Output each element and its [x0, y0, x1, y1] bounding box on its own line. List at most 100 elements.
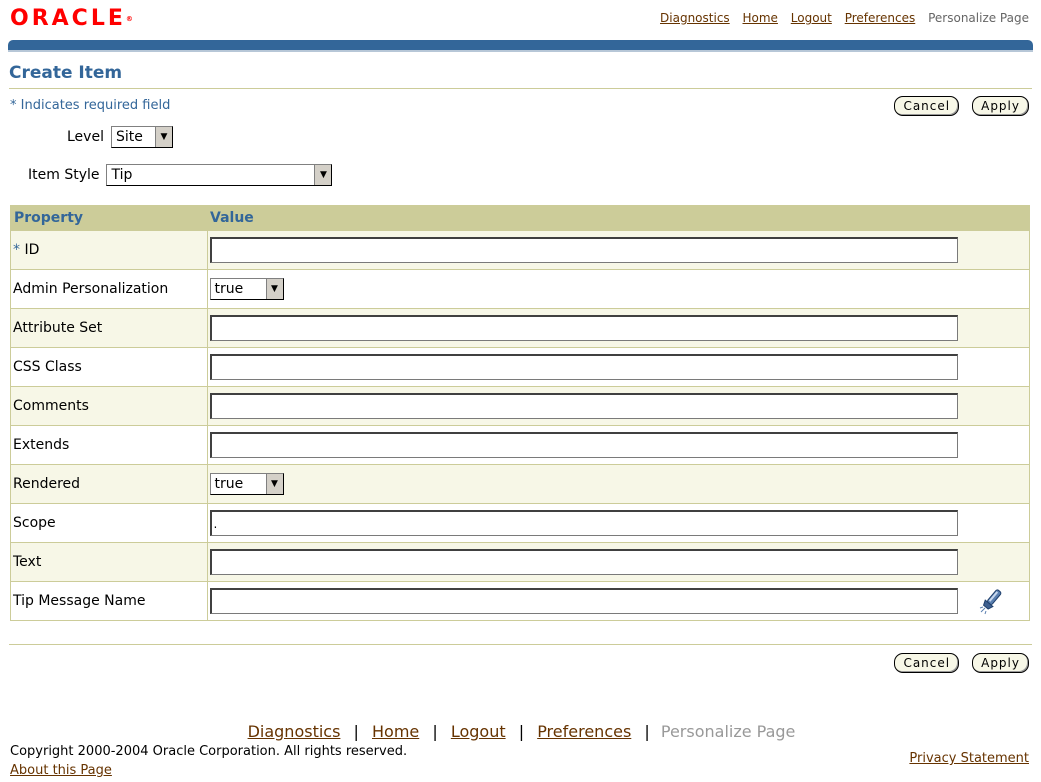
property-label-text: Text — [13, 554, 42, 570]
extends-input[interactable] — [209, 432, 958, 458]
property-cell: Admin Personalization — [10, 269, 208, 309]
property-label-attribute-set: Attribute Set — [13, 320, 103, 336]
property-label-rendered: Rendered — [13, 476, 81, 492]
property-label-comments: Comments — [13, 398, 89, 414]
level-select-value: Site — [115, 129, 143, 145]
scope-input[interactable] — [209, 510, 958, 536]
text-input[interactable] — [209, 549, 958, 575]
footer-separator: | — [518, 722, 525, 741]
required-field-note: * Indicates required field — [10, 98, 170, 113]
page-title: Create Item — [9, 63, 123, 83]
value-cell — [207, 230, 1030, 270]
property-cell: CSS Class — [10, 347, 208, 387]
footer-link-personalize-page: Personalize Page — [660, 722, 796, 741]
cancel-button[interactable]: Cancel — [894, 96, 960, 116]
footer-links: Diagnostics | Home | Logout | Preference… — [0, 722, 1041, 741]
table-row: Text — [10, 542, 1030, 582]
table-row: Extends — [10, 425, 1030, 465]
logo-text: ORACLE — [10, 6, 126, 31]
property-label-extends: Extends — [13, 437, 70, 453]
footer-link-logout[interactable]: Logout — [451, 722, 506, 741]
chevron-down-icon: ▼ — [154, 127, 172, 147]
property-cell: Text — [10, 542, 208, 582]
value-cell: true ▼ — [207, 269, 1030, 309]
required-star-icon: * — [10, 98, 17, 113]
table-row: Tip Message Name — [10, 581, 1030, 621]
tip-message-name-wrap — [209, 586, 1028, 616]
global-link-personalize-page: Personalize Page — [928, 11, 1029, 25]
footer-link-preferences[interactable]: Preferences — [537, 722, 631, 741]
properties-table: Property Value * ID Admin Personalizatio… — [10, 205, 1030, 621]
chevron-down-icon: ▼ — [314, 165, 332, 185]
required-note-text: Indicates required field — [20, 98, 171, 113]
table-row: * ID — [10, 230, 1030, 270]
property-label-scope: Scope — [13, 515, 56, 531]
bottom-button-bar: Cancel Apply — [894, 653, 1029, 673]
global-link-preferences[interactable]: Preferences — [845, 11, 916, 25]
value-cell: true ▼ — [207, 464, 1030, 504]
property-label-tip-message-name: Tip Message Name — [13, 593, 146, 609]
global-link-home[interactable]: Home — [743, 11, 778, 25]
cancel-button[interactable]: Cancel — [894, 653, 960, 673]
property-cell: Comments — [10, 386, 208, 426]
property-cell: Extends — [10, 425, 208, 465]
footer-link-diagnostics[interactable]: Diagnostics — [248, 722, 341, 741]
table-row: Scope — [10, 503, 1030, 543]
column-header-value: Value — [207, 205, 1030, 231]
attribute-set-input[interactable] — [209, 315, 958, 341]
header-bar — [8, 40, 1033, 52]
id-input[interactable] — [209, 237, 958, 263]
title-divider — [9, 88, 1032, 89]
apply-button[interactable]: Apply — [972, 653, 1029, 673]
value-cell — [207, 386, 1030, 426]
admin-personalization-select[interactable]: true ▼ — [209, 278, 284, 300]
footer-link-home[interactable]: Home — [372, 722, 419, 741]
copyright-text: Copyright 2000-2004 Oracle Corporation. … — [10, 744, 408, 759]
property-cell: Tip Message Name — [10, 581, 208, 621]
logo-registered-mark: ® — [125, 15, 133, 23]
table-row: Comments — [10, 386, 1030, 426]
item-style-field: Item Style Tip ▼ — [28, 164, 333, 186]
apply-button[interactable]: Apply — [972, 96, 1029, 116]
property-label-id: ID — [24, 242, 40, 258]
column-header-property: Property — [10, 205, 207, 231]
rendered-select-value: true — [214, 476, 244, 492]
table-row: CSS Class — [10, 347, 1030, 387]
property-cell: Attribute Set — [10, 308, 208, 348]
level-select[interactable]: Site ▼ — [110, 126, 173, 148]
value-cell — [207, 581, 1030, 621]
top-button-bar: Cancel Apply — [894, 96, 1029, 116]
footer-separator: | — [353, 722, 359, 741]
about-page-link[interactable]: About this Page — [10, 763, 112, 778]
required-star-icon: * — [13, 242, 20, 258]
oracle-logo: ORACLE® — [10, 6, 133, 32]
chevron-down-icon: ▼ — [265, 474, 283, 494]
item-style-select-value: Tip — [111, 167, 133, 183]
value-cell — [207, 308, 1030, 348]
admin-personalization-value: true — [214, 281, 244, 297]
rendered-select[interactable]: true ▼ — [209, 473, 284, 495]
comments-input[interactable] — [209, 393, 958, 419]
table-row: Rendered true ▼ — [10, 464, 1030, 504]
value-cell — [207, 503, 1030, 543]
property-cell: Scope — [10, 503, 208, 543]
property-cell: * ID — [10, 230, 208, 270]
tip-message-name-input[interactable] — [209, 588, 958, 614]
global-link-diagnostics[interactable]: Diagnostics — [660, 11, 730, 25]
global-link-logout[interactable]: Logout — [791, 11, 832, 25]
table-header-row: Property Value — [10, 205, 1030, 231]
table-row: Admin Personalization true ▼ — [10, 269, 1030, 309]
table-row: Attribute Set — [10, 308, 1030, 348]
privacy-statement-link[interactable]: Privacy Statement — [909, 751, 1029, 766]
property-label-admin-personalization: Admin Personalization — [13, 281, 169, 297]
footer-separator: | — [432, 722, 438, 741]
css-class-input[interactable] — [209, 354, 958, 380]
flashlight-search-icon[interactable] — [978, 586, 1004, 616]
level-field: Level Site ▼ — [67, 126, 173, 148]
property-cell: Rendered — [10, 464, 208, 504]
bottom-divider — [9, 644, 1032, 645]
item-style-label: Item Style — [28, 167, 100, 183]
item-style-select[interactable]: Tip ▼ — [106, 164, 333, 186]
value-cell — [207, 542, 1030, 582]
level-label: Level — [67, 129, 104, 145]
